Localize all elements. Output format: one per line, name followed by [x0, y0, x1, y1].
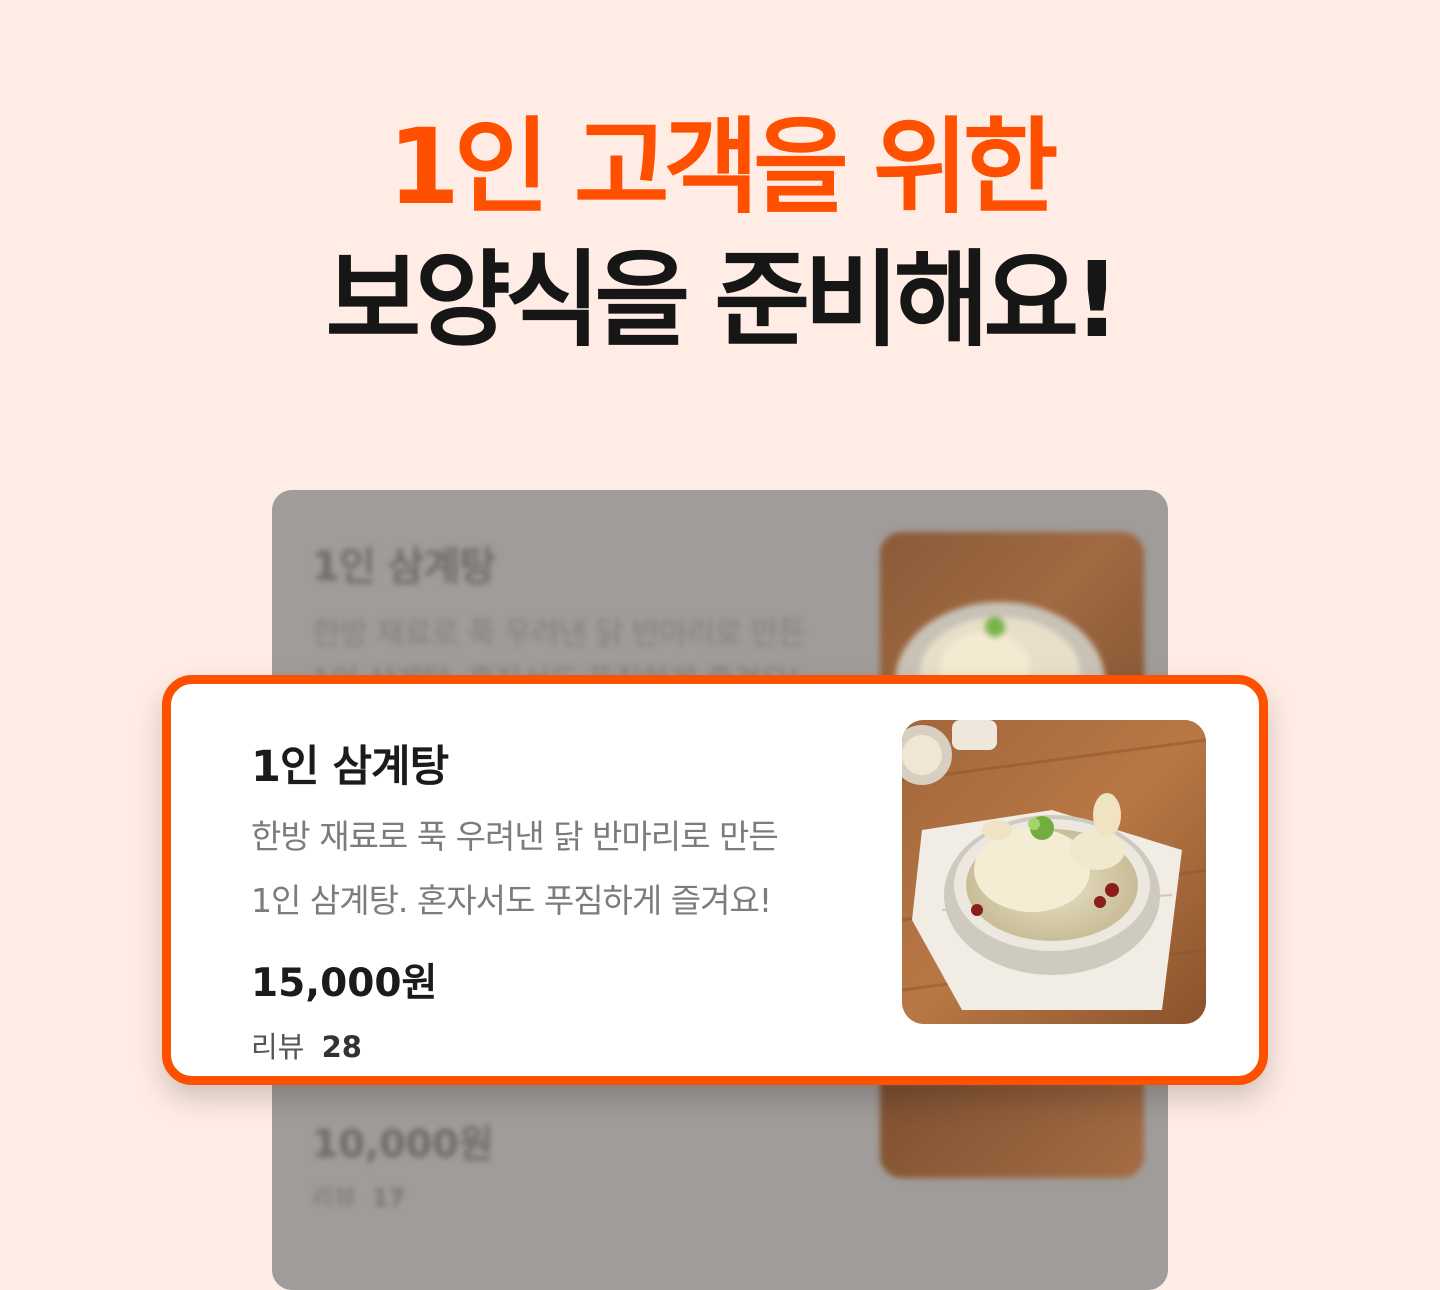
review-label: 리뷰: [251, 1030, 305, 1064]
menu-review: 리뷰 28: [251, 1024, 362, 1066]
bg-menu-review: 리뷰 17: [312, 1178, 405, 1213]
menu-description-line1: 한방 재료로 푹 우려낸 닭 반마리로 만든: [251, 817, 779, 856]
menu-title: 1인 삼계탕: [251, 742, 449, 792]
bg-menu-description-line1: 한방 재료로 푹 우려낸 닭 반마리로 만든: [312, 616, 806, 652]
menu-price: 15,000원: [251, 961, 438, 1006]
hero-headline: 보양식을 준비해요!: [325, 239, 1120, 361]
bg-menu-title: 1인 삼계탕: [312, 544, 496, 590]
bg-review-count: 17: [371, 1184, 406, 1212]
hero-headline-accent: 1인 고객을 위한: [387, 106, 1059, 228]
samgyetang-photo: [902, 720, 1206, 1024]
menu-item-card[interactable]: 1인 삼계탕 한방 재료로 푹 우려낸 닭 반마리로 만든 1인 삼계탕. 혼자…: [162, 675, 1268, 1085]
menu-image: [902, 720, 1206, 1024]
review-count: 28: [321, 1030, 362, 1064]
bg-menu-image-2: [880, 1082, 1144, 1178]
bg-menu-price: 10,000원: [312, 1122, 494, 1166]
bg-review-label: 리뷰: [312, 1184, 357, 1212]
menu-description-line2: 1인 삼계탕. 혼자서도 푸짐하게 즐겨요!: [251, 881, 772, 920]
